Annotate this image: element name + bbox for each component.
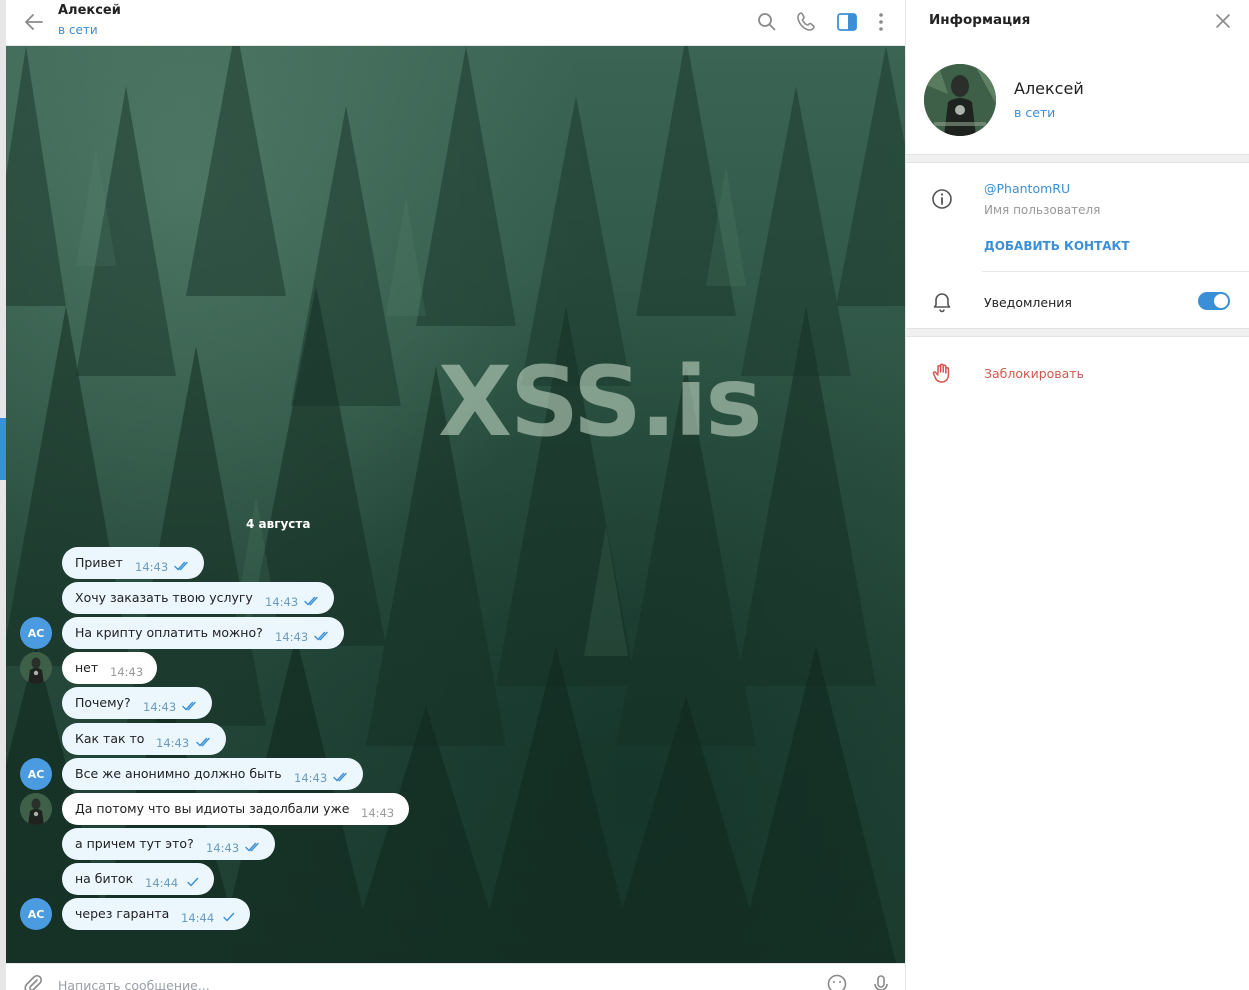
microphone-icon[interactable] <box>870 973 892 990</box>
message-text: Как так то <box>75 731 145 746</box>
message-text: Почему? <box>75 695 131 710</box>
peer-avatar[interactable] <box>20 793 52 825</box>
date-separator: 4 августа <box>246 517 311 531</box>
peer-photo-icon <box>20 793 52 825</box>
row-divider <box>982 271 1249 272</box>
profile-photo-icon <box>924 64 996 136</box>
my-avatar[interactable]: АС <box>20 758 52 790</box>
message-text: Хочу заказать твою услугу <box>75 590 253 605</box>
single-check-icon <box>187 877 199 887</box>
outgoing-message[interactable]: на биток 14:44 <box>62 863 214 895</box>
profile-status: в сети <box>1014 105 1056 120</box>
message-time: 14:43 <box>265 595 299 609</box>
info-panel: Информация Алексей в сети @PhantomRU Имя <box>905 0 1249 990</box>
message-time: 14:43 <box>135 560 169 574</box>
message-input[interactable]: Написать сообщение... <box>58 978 210 990</box>
message-text: Привет <box>75 555 123 570</box>
notifications-toggle[interactable] <box>1198 292 1230 310</box>
my-avatar[interactable]: АС <box>20 617 52 649</box>
incoming-message[interactable]: Да потому что вы идиоты задолбали уже 14:… <box>62 793 409 825</box>
outgoing-message[interactable]: Все же анонимно должно быть 14:43 <box>62 758 363 790</box>
outgoing-message[interactable]: Почему? 14:43 <box>62 687 212 719</box>
message-time: 14:43 <box>143 700 177 714</box>
outgoing-message[interactable]: Привет 14:43 <box>62 547 204 579</box>
phone-icon[interactable] <box>794 9 820 35</box>
username-value[interactable]: @PhantomRU <box>984 181 1070 196</box>
more-menu-icon[interactable] <box>868 9 894 35</box>
message-text: Да потому что вы идиоты задолбали уже <box>75 801 350 816</box>
peer-name[interactable]: Алексей <box>58 3 121 18</box>
forest-wallpaper <box>6 46 905 963</box>
sidebar-toggle-icon[interactable] <box>834 9 860 35</box>
incoming-message[interactable]: нет 14:43 <box>62 652 157 684</box>
double-check-icon <box>333 772 347 782</box>
message-time: 14:44 <box>181 911 215 925</box>
outgoing-message[interactable]: На крипту оплатить можно? 14:43 <box>62 617 344 649</box>
message-text: на биток <box>75 871 134 886</box>
emoji-icon[interactable] <box>826 973 848 990</box>
block-button[interactable]: Заблокировать <box>984 366 1084 381</box>
toggle-knob <box>1214 294 1228 308</box>
message-text: через гаранта <box>75 906 170 921</box>
message-time: 14:43 <box>156 736 190 750</box>
info-icon <box>932 189 952 209</box>
outgoing-message[interactable]: Хочу заказать твою услугу 14:43 <box>62 582 334 614</box>
profile-name: Алексей <box>1014 79 1084 98</box>
single-check-icon <box>223 912 235 922</box>
watermark-text: XSS.is <box>438 346 762 458</box>
message-time: 14:43 <box>275 630 309 644</box>
message-text: а причем тут это? <box>75 836 194 851</box>
double-check-icon <box>196 737 210 747</box>
message-time: 14:43 <box>206 841 240 855</box>
chat-header: Алексей в сети <box>6 0 905 46</box>
attach-icon[interactable] <box>22 973 44 990</box>
info-panel-title: Информация <box>929 12 1031 28</box>
telegram-window: Алексей в сети XSS.is 4 августа Привет 1… <box>0 0 1249 990</box>
bell-icon <box>933 293 951 313</box>
double-check-icon <box>182 701 196 711</box>
peer-photo-icon <box>20 652 52 684</box>
double-check-icon <box>245 842 259 852</box>
double-check-icon <box>304 596 318 606</box>
section-divider <box>906 154 1249 163</box>
close-icon[interactable] <box>1212 10 1234 32</box>
outgoing-message[interactable]: через гаранта 14:44 <box>62 898 250 930</box>
chat-background: XSS.is 4 августа Привет 14:43 Хочу заказат… <box>6 46 905 963</box>
block-hand-icon <box>932 363 950 383</box>
message-time: 14:44 <box>145 876 179 890</box>
message-time: 14:43 <box>110 665 144 679</box>
my-avatar[interactable]: АС <box>20 898 52 930</box>
peer-avatar[interactable] <box>20 652 52 684</box>
double-check-icon <box>174 561 188 571</box>
notifications-label: Уведомления <box>984 295 1072 310</box>
message-text: Все же анонимно должно быть <box>75 766 282 781</box>
username-label: Имя пользователя <box>984 203 1101 217</box>
message-time: 14:43 <box>361 806 395 820</box>
section-divider <box>906 328 1249 337</box>
back-arrow-icon[interactable] <box>22 10 46 34</box>
peer-status: в сети <box>58 23 98 37</box>
outgoing-message[interactable]: а причем тут это? 14:43 <box>62 828 275 860</box>
profile-avatar[interactable] <box>924 64 996 136</box>
outgoing-message[interactable]: Как так то 14:43 <box>62 723 226 755</box>
message-text: На крипту оплатить можно? <box>75 625 263 640</box>
message-time: 14:43 <box>294 771 328 785</box>
add-contact-button[interactable]: ДОБАВИТЬ КОНТАКТ <box>984 239 1130 253</box>
search-icon[interactable] <box>754 9 780 35</box>
message-composer: Написать сообщение... <box>6 963 905 990</box>
message-text: нет <box>75 660 99 675</box>
double-check-icon <box>314 631 328 641</box>
